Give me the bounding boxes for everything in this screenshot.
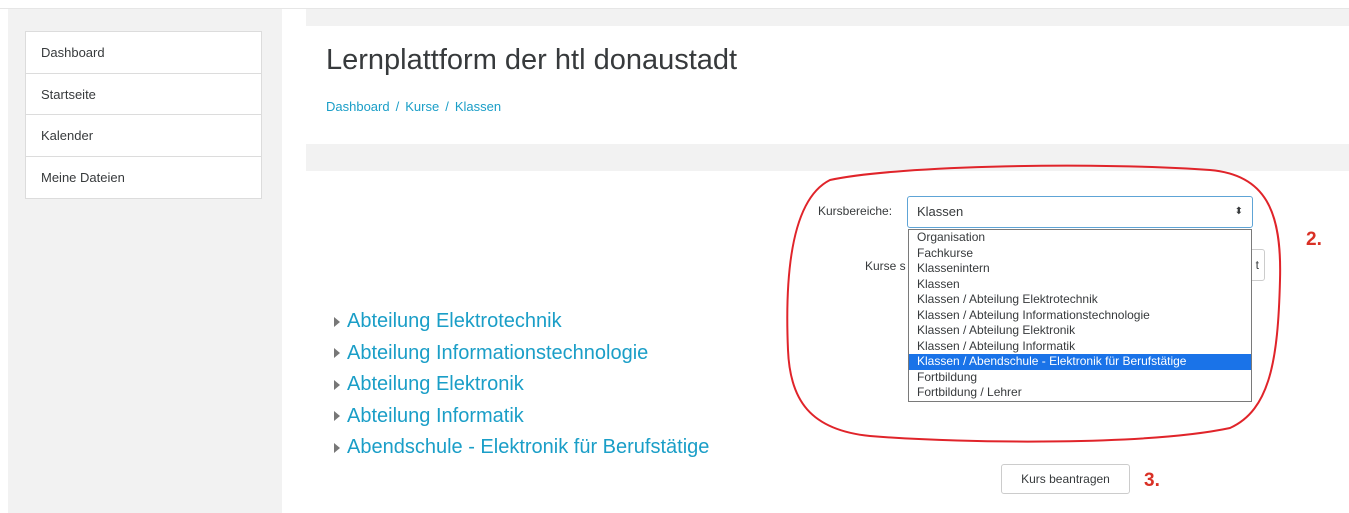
expand-triangle-icon [334,411,340,422]
dropdown-option[interactable]: Fortbildung / Lehrer [909,385,1251,401]
dropdown-option[interactable]: Klassen / Abteilung Informationstechnolo… [909,308,1251,324]
breadcrumb-separator: / [445,99,449,114]
nav-item-dashboard[interactable]: Dashboard [26,32,261,74]
category-label: Abteilung Informationstechnologie [347,341,649,364]
breadcrumb-kurse[interactable]: Kurse [405,99,439,114]
dropdown-option[interactable]: Klassen / Abteilung Informatik [909,339,1251,355]
nav-item-meine-dateien[interactable]: Meine Dateien [26,157,261,199]
dropdown-option[interactable]: Fortbildung [909,370,1251,386]
main-content: Kursbereiche: Klassen ⬍ Kurse s t Organi… [306,171,1349,513]
breadcrumb-separator: / [395,99,400,114]
dropdown-option[interactable]: Klassen [909,277,1251,293]
category-item[interactable]: Abteilung Informatik [334,401,709,433]
side-navigation: Dashboard Startseite Kalender Meine Date… [25,31,262,199]
kursbereiche-label: Kursbereiche: [818,204,893,218]
breadcrumb-klassen[interactable]: Klassen [455,99,501,114]
breadcrumb: Dashboard / Kurse / Klassen [326,99,501,114]
nav-item-kalender[interactable]: Kalender [26,115,261,157]
select-value: Klassen [917,204,964,219]
course-search-label: Kurse s [865,259,906,273]
expand-triangle-icon [334,379,340,390]
category-label: Abteilung Elektronik [347,373,524,396]
expand-triangle-icon [334,442,340,453]
dropdown-option[interactable]: Fachkurse [909,246,1251,262]
expand-triangle-icon [334,316,340,327]
dropdown-option[interactable]: Organisation [909,230,1251,246]
expand-triangle-icon [334,348,340,359]
kursbereiche-dropdown: Organisation Fachkurse Klassenintern Kla… [908,229,1252,402]
annotation-step-3: 3. [1144,470,1160,491]
kurs-beantragen-button[interactable]: Kurs beantragen [1001,464,1130,494]
dropdown-option[interactable]: Klassenintern [909,261,1251,277]
category-label: Abteilung Informatik [347,404,524,427]
dropdown-option-selected[interactable]: Klassen / Abendschule - Elektronik für B… [909,354,1251,370]
left-strip [0,9,8,513]
annotation-step-2: 2. [1306,229,1322,250]
category-item[interactable]: Abteilung Elektronik [334,369,709,401]
nav-item-startseite[interactable]: Startseite [26,74,261,115]
category-label: Abendschule - Elektronik für Berufstätig… [347,436,710,459]
category-item[interactable]: Abendschule - Elektronik für Berufstätig… [334,432,709,464]
page-header: Lernplattform der htl donaustadt Dashboa… [306,26,1349,144]
category-item[interactable]: Abteilung Elektrotechnik [334,306,709,338]
select-arrow-icon: ⬍ [1234,206,1243,217]
page-title: Lernplattform der htl donaustadt [326,44,738,76]
breadcrumb-dashboard[interactable]: Dashboard [326,99,390,114]
column-separator [282,9,306,513]
top-bar [0,0,1349,9]
category-item[interactable]: Abteilung Informationstechnologie [334,338,709,370]
dropdown-option[interactable]: Klassen / Abteilung Elektrotechnik [909,292,1251,308]
kursbereiche-select[interactable]: Klassen ⬍ [907,196,1253,228]
category-list: Abteilung Elektrotechnik Abteilung Infor… [334,306,709,464]
category-label: Abteilung Elektrotechnik [347,310,562,333]
dropdown-option[interactable]: Klassen / Abteilung Elektronik [909,323,1251,339]
